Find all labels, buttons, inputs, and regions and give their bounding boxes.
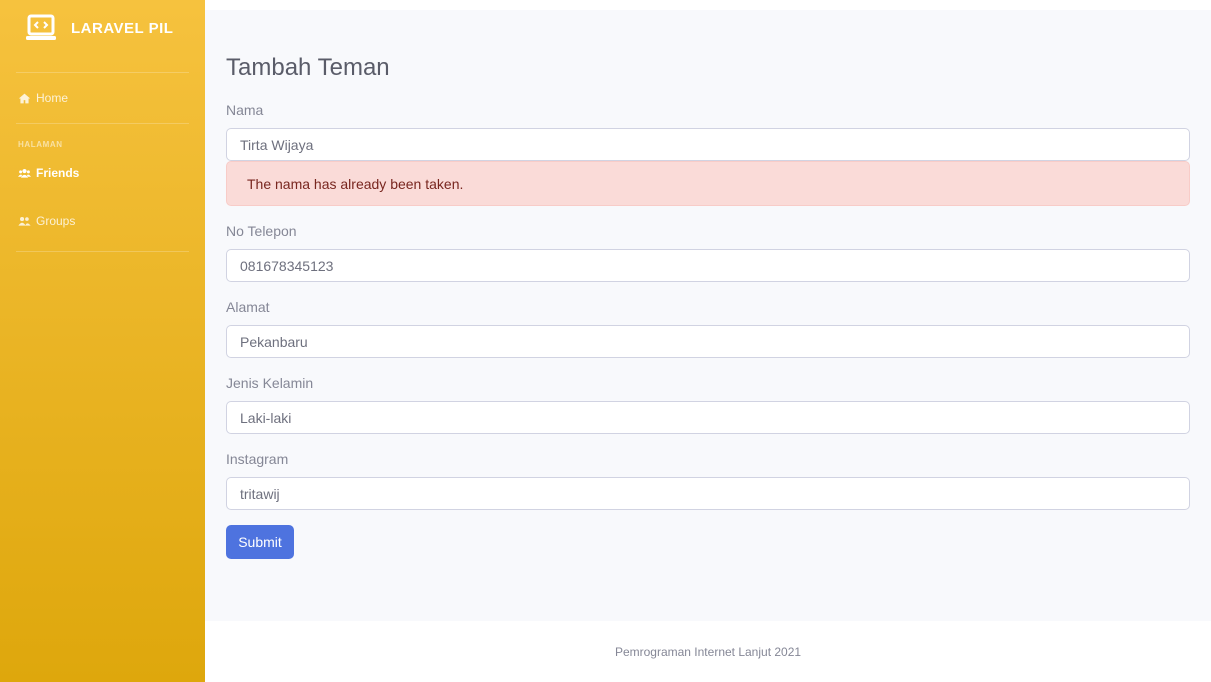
sidebar-item-label: Home (36, 91, 69, 105)
nama-input[interactable]: Tirta Wijaya (226, 128, 1190, 161)
sidebar-heading: HALAMAN (18, 140, 63, 149)
sidebar: LARAVEL PIL Home HALAMAN Friends Groups (0, 0, 205, 682)
sidebar-item-label: Friends (36, 166, 80, 180)
alamat-value: Pekanbaru (240, 333, 308, 350)
nama-label: Nama (226, 102, 264, 118)
sidebar-item-friends[interactable]: Friends (0, 155, 205, 191)
telepon-input[interactable]: 081678345123 (226, 249, 1190, 282)
jenis-kelamin-label: Jenis Kelamin (226, 375, 314, 391)
sidebar-divider (16, 251, 189, 252)
submit-button[interactable]: Submit (226, 525, 294, 559)
home-icon (18, 93, 31, 103)
sidebar-item-groups[interactable]: Groups (0, 191, 205, 251)
instagram-input[interactable]: tritawij (226, 477, 1190, 510)
telepon-value: 081678345123 (240, 257, 334, 274)
add-friend-form: Nama Tirta Wijaya The nama has already b… (226, 102, 1190, 559)
sidebar-item-label: Groups (36, 214, 76, 228)
telepon-label: No Telepon (226, 223, 297, 239)
sidebar-brand[interactable]: LARAVEL PIL (0, 0, 205, 72)
footer: Pemrograman Internet Lanjut 2021 (205, 621, 1211, 682)
laptop-code-icon (26, 14, 56, 40)
instagram-value: tritawij (240, 485, 280, 502)
alamat-label: Alamat (226, 299, 270, 315)
nama-error-text: The nama has already been taken. (247, 175, 464, 192)
user-friends-icon (18, 216, 31, 226)
footer-text: Pemrograman Internet Lanjut 2021 (614, 644, 802, 659)
nama-error-alert: The nama has already been taken. (226, 161, 1190, 206)
jenis-kelamin-value: Laki-laki (240, 409, 292, 426)
instagram-label: Instagram (226, 451, 289, 467)
brand-title: LARAVEL PIL (71, 19, 174, 37)
users-icon (18, 168, 31, 178)
jenis-kelamin-input[interactable]: Laki-laki (226, 401, 1190, 434)
nama-value: Tirta Wijaya (240, 136, 314, 153)
alamat-input[interactable]: Pekanbaru (226, 325, 1190, 358)
form-container: Tambah Teman Nama Tirta Wijaya The nama … (205, 10, 1211, 559)
sidebar-item-home[interactable]: Home (0, 73, 205, 123)
main-content: Tambah Teman Nama Tirta Wijaya The nama … (205, 10, 1211, 621)
page-title: Tambah Teman (226, 54, 390, 81)
